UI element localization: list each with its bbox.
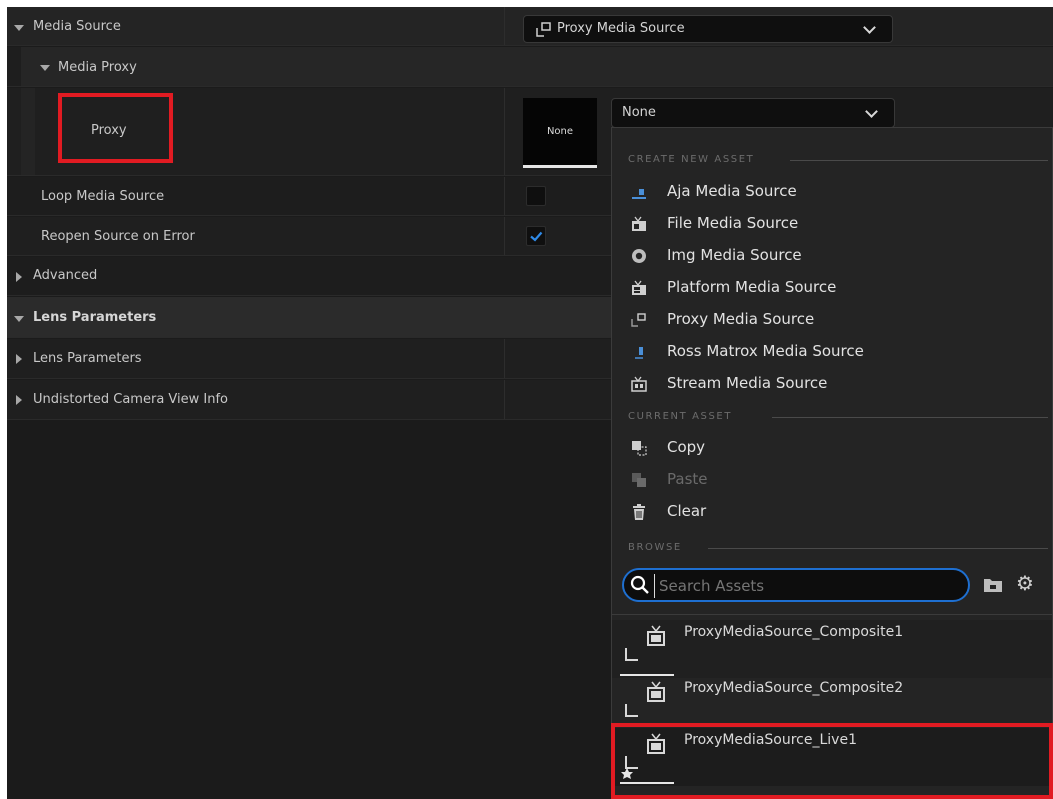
lens-parameters-label: Lens Parameters (33, 351, 142, 366)
highlight-live1 (611, 723, 1053, 799)
undistorted-view-label: Undistorted Camera View Info (33, 392, 228, 407)
reopen-source-label: Reopen Source on Error (41, 229, 195, 244)
media-proxy-label: Media Proxy (58, 60, 137, 75)
ross-matrox-icon (635, 347, 643, 359)
settings-gear-icon[interactable]: ⚙ (1016, 571, 1034, 595)
folder-icon[interactable] (982, 576, 1004, 594)
collapse-arrow-icon[interactable] (16, 354, 22, 364)
advanced-label: Advanced (33, 268, 98, 283)
copy-icon (632, 441, 647, 456)
paste-icon (632, 473, 646, 487)
asset-search-input[interactable] (654, 574, 961, 598)
aja-icon (632, 189, 646, 199)
platform-media-icon (632, 280, 646, 295)
chevron-down-icon (863, 21, 876, 34)
current-asset-heading: CURRENT ASSET (628, 411, 733, 422)
proxy-media-icon (536, 22, 551, 37)
proxy-asset-dropdown[interactable]: None (611, 98, 895, 128)
details-panel: Media Source Proxy Media Source Media Pr… (7, 7, 1053, 799)
trash-icon (633, 504, 645, 520)
asset-picker-menu: CREATE NEW ASSET Aja Media Source File M… (611, 127, 1053, 799)
media-source-row: Media Source Proxy Media Source (7, 7, 1053, 46)
lens-parameters-section-label: Lens Parameters (33, 310, 157, 325)
expand-arrow-icon[interactable] (14, 316, 24, 322)
expand-arrow-icon[interactable] (14, 25, 24, 31)
proxy-media-icon (631, 313, 646, 327)
asset-item[interactable]: ProxyMediaSource_Composite1 (612, 620, 1052, 678)
file-media-icon (632, 216, 646, 231)
reopen-source-checkbox[interactable] (526, 226, 546, 246)
media-source-label: Media Source (33, 19, 121, 34)
collapse-arrow-icon[interactable] (16, 395, 22, 405)
chevron-down-icon (865, 105, 878, 118)
loop-media-source-label: Loop Media Source (41, 189, 165, 204)
collapse-arrow-icon[interactable] (16, 272, 22, 282)
search-icon (630, 575, 649, 594)
asset-thumbnail[interactable]: None (523, 98, 597, 168)
expand-arrow-icon[interactable] (40, 65, 50, 71)
proxy-media-icon (620, 625, 674, 676)
img-media-icon (632, 249, 646, 263)
highlight-proxy (58, 93, 173, 163)
asset-search-box[interactable] (622, 568, 970, 602)
browse-heading: BROWSE (628, 542, 682, 553)
loop-media-source-checkbox[interactable] (526, 186, 546, 206)
media-source-dropdown[interactable]: Proxy Media Source (523, 15, 893, 43)
create-new-asset-heading: CREATE NEW ASSET (628, 154, 755, 165)
media-proxy-row: Media Proxy (7, 47, 1053, 87)
checkmark-icon (530, 231, 543, 242)
stream-media-icon (631, 376, 647, 392)
